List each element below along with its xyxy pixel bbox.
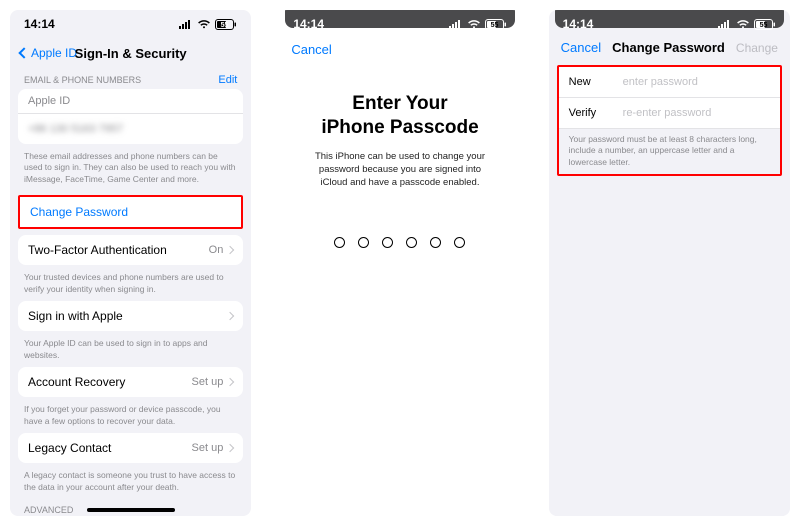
group-change-password-highlight: Change Password [18,195,243,229]
group-recovery: Account Recovery Set up [18,367,243,397]
signal-icon [718,19,732,29]
new-label: New [569,76,623,88]
cell-recovery[interactable]: Account Recovery Set up [18,367,243,397]
screen-signin-security: 14:14 55 Apple ID Sign-In & Security EMA… [10,10,251,516]
status-indicators: 55 [449,19,507,30]
cell-siwa[interactable]: Sign in with Apple [18,301,243,331]
chevron-right-icon [226,312,234,320]
status-bar: 14:14 55 [279,10,520,38]
group-legacy: Legacy Contact Set up [18,433,243,463]
screen-enter-passcode: 14:14 55 Cancel Enter YouriPhone Passcod… [279,10,520,516]
content-scroll[interactable]: EMAIL & PHONE NUMBERS Edit Apple ID +86 … [10,68,251,516]
cell-apple-id[interactable]: Apple ID [18,89,243,114]
change-password-label: Change Password [30,205,128,219]
passcode-desc: This iPhone can be used to change your p… [279,140,520,190]
siwa-label: Sign in with Apple [28,309,123,323]
pin-dot [406,237,417,248]
wifi-icon [197,19,211,29]
pin-dot [430,237,441,248]
svg-text:55: 55 [221,22,229,29]
signal-icon [179,19,193,29]
chevron-right-icon [226,378,234,386]
status-time: 14:14 [24,17,55,31]
section-header-email: EMAIL & PHONE NUMBERS Edit [10,68,251,89]
chevron-right-icon [226,246,234,254]
nav-bar: Cancel [279,34,520,64]
status-bar: 14:14 55 [10,10,251,38]
edit-button[interactable]: Edit [218,74,237,86]
svg-text:55: 55 [760,22,768,29]
footer-email: These email addresses and phone numbers … [10,148,251,191]
page-title: Sign-In & Security [75,46,187,61]
status-indicators: 55 [179,19,237,30]
footer-recovery: If you forget your password or device pa… [10,401,251,433]
cell-phone[interactable]: +86 130 5163 7957 [18,114,243,144]
phone-value: +86 130 5163 7957 [28,123,123,135]
status-time: 14:14 [293,17,324,31]
group-2fa: Two-Factor Authentication On [18,235,243,265]
passcode-input[interactable] [279,237,520,248]
page-title: Change Password [612,40,725,55]
back-label: Apple ID [31,46,77,60]
back-button[interactable]: Apple ID [20,46,77,60]
svg-text:55: 55 [490,22,498,29]
pin-dot [334,237,345,248]
pin-dot [382,237,393,248]
cancel-button[interactable]: Cancel [291,42,331,57]
battery-icon: 55 [215,19,237,30]
verify-password-input[interactable]: re-enter password [623,107,770,119]
status-time: 14:14 [563,17,594,31]
wifi-icon [736,19,750,29]
home-indicator[interactable] [87,508,175,512]
passcode-title: Enter YouriPhone Passcode [279,92,520,140]
group-contacts: Apple ID +86 130 5163 7957 [18,89,243,144]
nav-bar: Apple ID Sign-In & Security [10,38,251,68]
password-requirements: Your password must be at least 8 charact… [559,129,780,174]
row-verify-password[interactable]: Verify re-enter password [559,98,780,129]
nav-bar: Cancel Change Password Change [549,34,790,65]
footer-legacy: A legacy contact is someone you trust to… [10,467,251,499]
cancel-button[interactable]: Cancel [561,40,601,55]
chevron-left-icon [18,47,29,58]
password-form-highlight: New enter password Verify re-enter passw… [557,65,782,176]
chevron-right-icon [226,444,234,452]
status-bar: 14:14 55 [549,10,790,38]
wifi-icon [467,19,481,29]
verify-label: Verify [569,107,623,119]
pin-dot [358,237,369,248]
footer-2fa: Your trusted devices and phone numbers a… [10,269,251,301]
two-factor-value: On [209,244,234,256]
apple-id-label: Apple ID [28,95,70,107]
group-siwa: Sign in with Apple [18,301,243,331]
signal-icon [449,19,463,29]
pin-dot [454,237,465,248]
status-indicators: 55 [718,19,776,30]
cell-legacy[interactable]: Legacy Contact Set up [18,433,243,463]
footer-siwa: Your Apple ID can be used to sign in to … [10,335,251,367]
row-new-password[interactable]: New enter password [559,67,780,98]
screen-change-password: 14:14 55 Cancel Change Password Change N… [549,10,790,516]
cell-two-factor[interactable]: Two-Factor Authentication On [18,235,243,265]
legacy-label: Legacy Contact [28,441,111,455]
battery-icon: 55 [485,19,507,30]
new-password-input[interactable]: enter password [623,76,770,88]
recovery-label: Account Recovery [28,375,125,389]
two-factor-label: Two-Factor Authentication [28,243,167,257]
battery-icon: 55 [754,19,776,30]
change-button[interactable]: Change [736,41,778,55]
change-password-button[interactable]: Change Password [20,197,241,227]
